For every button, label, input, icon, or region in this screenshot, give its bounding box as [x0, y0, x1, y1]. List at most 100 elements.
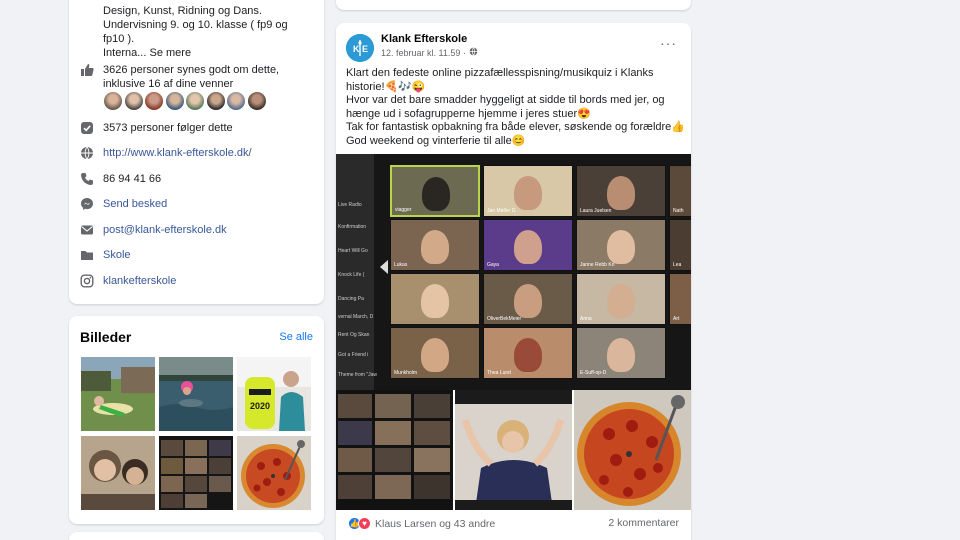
video-tile-label: Nath [673, 208, 684, 214]
intro-truncated-text: Interna... [103, 47, 147, 59]
avatar[interactable] [185, 91, 205, 111]
phone-icon [80, 172, 94, 186]
intro-description: Design, Kunst, Ridning og Dans. Undervis… [103, 4, 313, 60]
avatar[interactable] [103, 91, 123, 111]
send-message-row[interactable]: Send besked [80, 197, 320, 211]
globe-icon [80, 146, 94, 160]
avatar[interactable] [123, 91, 144, 111]
phone-text: 86 94 41 66 [103, 173, 162, 185]
video-tile-label: Jan Møller G [487, 208, 516, 214]
video-tile: Gaya [483, 219, 573, 271]
video-tile: OliverBekMeier [483, 273, 573, 325]
website-link[interactable]: http://www.klank-efterskole.dk/ [103, 146, 252, 160]
video-tile: Thea Lund [483, 327, 573, 379]
post-options-button[interactable]: ··· [660, 35, 677, 51]
video-tile-label: viagger [395, 207, 412, 213]
post-image-thumbnail[interactable] [574, 390, 691, 510]
thumbs-up-icon [80, 63, 94, 77]
category-row[interactable]: Skole [80, 248, 320, 262]
badge-year-text: 2020 [250, 401, 270, 411]
zoom-sidebar-item: Rent Og Skan [338, 332, 370, 338]
avatar[interactable] [205, 91, 226, 111]
photo-thumbnail[interactable] [81, 357, 155, 431]
video-tile-label: Art [673, 316, 680, 322]
zoom-sidebar-item: Heart Will Go [338, 248, 368, 254]
globe-icon [469, 47, 478, 58]
video-tile-label: Gaya [487, 262, 499, 268]
likes-count-text: 3626 personer synes godt om dette, [103, 64, 280, 76]
love-reaction-icon: ♥ [358, 517, 371, 530]
zoom-sidebar-item: Live Radio [338, 202, 362, 208]
avatar[interactable] [246, 91, 267, 111]
video-tile [390, 273, 480, 325]
video-tile-label: Lukas [394, 262, 408, 268]
avatar[interactable] [164, 91, 185, 111]
photo-thumbnail[interactable] [159, 436, 233, 510]
video-tile: Art [669, 273, 691, 325]
checkbox-icon [80, 121, 94, 135]
phone-row: 86 94 41 66 [80, 172, 320, 186]
intro-line: Undervisning 9. og 10. klasse ( fp9 og [103, 19, 288, 31]
page-name-link[interactable]: Klank Efterskole [381, 33, 467, 45]
avatar[interactable] [226, 91, 246, 111]
likes-row: 3626 personer synes godt om dette, inklu… [80, 63, 320, 91]
svg-text:K: K [353, 44, 360, 54]
photo-thumbnail[interactable]: 2020 [237, 357, 311, 431]
post-image-thumbnail[interactable] [455, 390, 572, 510]
video-tile: Lea [669, 219, 691, 271]
zoom-sidebar-item: Konfirmation [338, 224, 367, 230]
video-tile: Nath [669, 165, 691, 217]
zoom-sidebar-item: vernal March, D [338, 314, 374, 320]
comments-count-link[interactable]: 2 kommentarer [608, 517, 679, 529]
zoom-sidebar-item: Got a Friend i [338, 352, 369, 358]
send-message-link[interactable]: Send besked [103, 197, 167, 211]
photos-card: Billeder Se alle 2020 [69, 316, 324, 524]
reactions-text: Klaus Larsen og 43 andre [375, 517, 496, 530]
email-row[interactable]: post@klank-efterskole.dk [80, 223, 320, 237]
video-tile-label: Laura Juelsen [580, 208, 612, 214]
instagram-icon [80, 274, 94, 288]
see-more-link[interactable]: Se mere [149, 47, 191, 59]
post-line: Hvor var det bare smadder hyggeligt at s… [346, 94, 665, 107]
post-time-text: 12. februar kl. 11.59 · [381, 47, 466, 58]
next-card-stub [69, 532, 324, 540]
post-line: God weekend og vinterferie til alle😊 [346, 134, 526, 147]
category-icon [80, 248, 94, 262]
website-row[interactable]: http://www.klank-efterskole.dk/ [80, 146, 320, 160]
photo-thumbnail[interactable] [237, 436, 311, 510]
video-tile: Jan Møller G [483, 165, 573, 217]
svg-text:E: E [362, 44, 368, 54]
post-timestamp[interactable]: 12. februar kl. 11.59 · [381, 47, 478, 58]
video-tile: Anna [576, 273, 666, 325]
photo-thumbnail[interactable] [159, 357, 233, 431]
post-image-thumbnail[interactable] [336, 390, 453, 510]
see-all-link[interactable]: Se alle [279, 331, 313, 343]
intro-card: Design, Kunst, Ridning og Dans. Undervis… [69, 0, 324, 304]
post-line: Klart den fedeste online pizzafællesspis… [346, 67, 654, 79]
post-image-strip [336, 390, 691, 510]
post-line: hænge ud i sofagrupperne hjemme i jeres … [346, 107, 591, 120]
video-tile-label: Janne Rebb Kri [580, 262, 615, 268]
instagram-link[interactable]: klankefterskole [103, 274, 176, 288]
category-link[interactable]: Skole [103, 248, 131, 262]
email-link[interactable]: post@klank-efterskole.dk [103, 223, 227, 237]
photos-title: Billeder [80, 329, 132, 345]
post-main-image[interactable]: Live Radio Konfirmation Heart Will Go Kn… [336, 154, 691, 390]
video-tile: E-Suff-op-D [576, 327, 666, 379]
friend-avatars[interactable] [103, 91, 267, 111]
video-tile: Laura Juelsen [576, 165, 666, 217]
reactions-summary[interactable]: 👍 ♥ Klaus Larsen og 43 andre [348, 517, 495, 530]
video-tile: Janne Rebb Kri [576, 219, 666, 271]
messenger-icon [80, 197, 94, 211]
photo-thumbnail[interactable] [81, 436, 155, 510]
video-tile-label: E-Suff-op-D [580, 370, 607, 376]
intro-line: Design, Kunst, Ridning og Dans. [103, 5, 262, 17]
page-avatar[interactable]: K E [346, 34, 374, 62]
instagram-row[interactable]: klankefterskole [80, 274, 320, 288]
video-tile: viagger [390, 165, 480, 217]
avatar[interactable] [144, 91, 164, 111]
gallery-prev-arrow-icon[interactable] [380, 260, 388, 274]
zoom-sidebar-item: Dancing Pa [338, 296, 364, 302]
followers-text: 3573 personer følger dette [103, 122, 233, 134]
video-tile-label: Lea [673, 262, 682, 268]
